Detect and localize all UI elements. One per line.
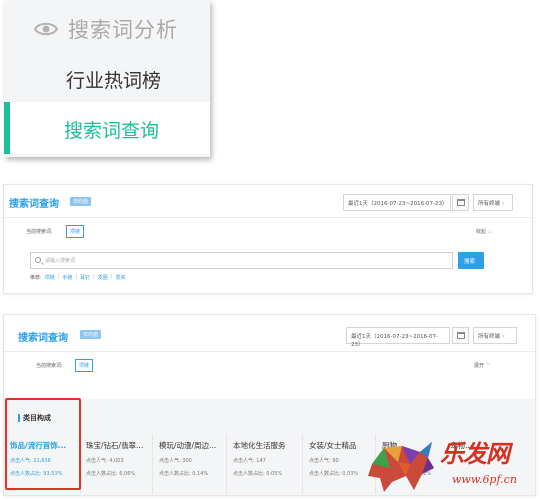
menu-header: 搜索词分析 bbox=[34, 14, 178, 44]
recommend-link[interactable]: 发夹 bbox=[116, 274, 126, 281]
search-placeholder: 请输入搜索词 bbox=[45, 258, 76, 264]
analysis-sidebar-menu: 搜索词分析 行业热词榜 搜索词查询 bbox=[4, 0, 210, 157]
divider bbox=[4, 217, 532, 218]
chevron-down-icon: ▿ bbox=[501, 334, 505, 340]
search-input[interactable]: 请输入搜索词 bbox=[30, 252, 453, 269]
category-clicks: 点击人气: 4,003 bbox=[86, 458, 124, 464]
collapse-toggle[interactable]: 收起 ︿ bbox=[476, 228, 493, 235]
menu-header-label: 搜索词分析 bbox=[68, 18, 178, 42]
category-name: 本地化生活服务 bbox=[233, 441, 286, 450]
category-clicks: 点击人气: 300 bbox=[159, 458, 192, 464]
daily-average-tag: 日均值 bbox=[80, 330, 102, 339]
search-query-panel: 搜索词查询 日均值 最近1天（2016-07-23~2016-07-23） 所有… bbox=[3, 184, 533, 294]
divider bbox=[226, 434, 227, 494]
category-ratio: 点击人数占比: 6.06% bbox=[86, 471, 136, 477]
expand-toggle[interactable]: 展开 ﹀ bbox=[474, 362, 491, 369]
panel-title: 搜索词查询 bbox=[18, 333, 68, 344]
date-range-select[interactable]: 最近1天（2016-07-23~2016-07-23） bbox=[343, 194, 451, 211]
chevron-down-icon: ▿ bbox=[501, 201, 505, 207]
chevron-down-icon: ﹀ bbox=[485, 363, 491, 369]
terminal-select-label: 所有终端 bbox=[478, 201, 501, 207]
category-cell[interactable]: 模玩/动漫/周边... 点击人气: 300 点击人数占比: 0.14% bbox=[159, 440, 231, 500]
search-icon bbox=[35, 257, 41, 263]
expand-label: 展开 bbox=[474, 363, 485, 369]
daily-average-tag: 日均值 bbox=[70, 197, 92, 206]
watermark-brand: 乐发网 bbox=[440, 440, 510, 468]
category-cell[interactable]: 珠宝/钻石/翡翠... 点击人气: 4,003 点击人数占比: 6.06% bbox=[86, 440, 156, 500]
recommend-row: 推荐: 项链 | 手链 | 耳钉 | 发圈 | 发夹 bbox=[30, 274, 126, 281]
calendar-button[interactable] bbox=[452, 327, 469, 344]
current-keyword-tag[interactable]: 项链 bbox=[66, 225, 85, 238]
terminal-select[interactable]: 所有终端 ▿ bbox=[473, 194, 513, 211]
divider bbox=[152, 434, 153, 494]
eye-icon bbox=[34, 22, 58, 36]
category-ratio: 点击人数占比: 0.05% bbox=[233, 471, 283, 477]
category-name: 模玩/动漫/周边... bbox=[159, 441, 217, 450]
divider bbox=[4, 351, 535, 352]
calendar-button[interactable] bbox=[452, 194, 469, 211]
watermark-url: www.6pf.cn bbox=[452, 473, 517, 486]
panel-title: 搜索词查询 bbox=[9, 199, 59, 210]
recommend-link[interactable]: 项链 bbox=[45, 274, 55, 281]
current-keyword-label: 当前搜索词: bbox=[26, 229, 53, 235]
category-name: 珠宝/钻石/翡翠... bbox=[86, 441, 144, 450]
category-ratio: 点击人数占比: 0.14% bbox=[159, 471, 209, 477]
recommend-link[interactable]: 手链 bbox=[62, 274, 72, 281]
chevron-up-icon: ︿ bbox=[487, 229, 493, 235]
menu-item-industry-hot-words[interactable]: 行业热词榜 bbox=[4, 56, 210, 100]
terminal-select[interactable]: 所有终端 ▿ bbox=[473, 327, 517, 344]
category-clicks: 点击人气: 147 bbox=[233, 458, 266, 464]
calendar-icon bbox=[457, 332, 465, 339]
recommend-link[interactable]: 耳钉 bbox=[80, 274, 90, 281]
current-keyword-tag[interactable]: 项链 bbox=[75, 359, 94, 372]
search-button[interactable]: 搜索 bbox=[458, 252, 484, 269]
menu-item-search-word-query[interactable]: 搜索词查询 bbox=[4, 102, 210, 154]
recommend-link[interactable]: 发圈 bbox=[98, 274, 108, 281]
date-range-select[interactable]: 最近1天（2016-07-23~2016-07-23） bbox=[346, 327, 450, 348]
calendar-icon bbox=[457, 199, 465, 206]
collapse-label: 收起 bbox=[476, 229, 487, 235]
category-cell[interactable]: 本地化生活服务 点击人气: 147 点击人数占比: 0.05% bbox=[233, 440, 305, 500]
divider bbox=[302, 434, 303, 494]
recommend-label: 推荐: bbox=[30, 275, 42, 281]
current-keyword-label: 当前搜索词: bbox=[36, 363, 63, 369]
site-watermark: 乐发网 www.6pf.cn bbox=[360, 430, 540, 499]
terminal-select-label: 所有终端 bbox=[478, 334, 501, 340]
bull-logo-icon bbox=[368, 442, 434, 492]
highlight-frame bbox=[5, 398, 81, 490]
